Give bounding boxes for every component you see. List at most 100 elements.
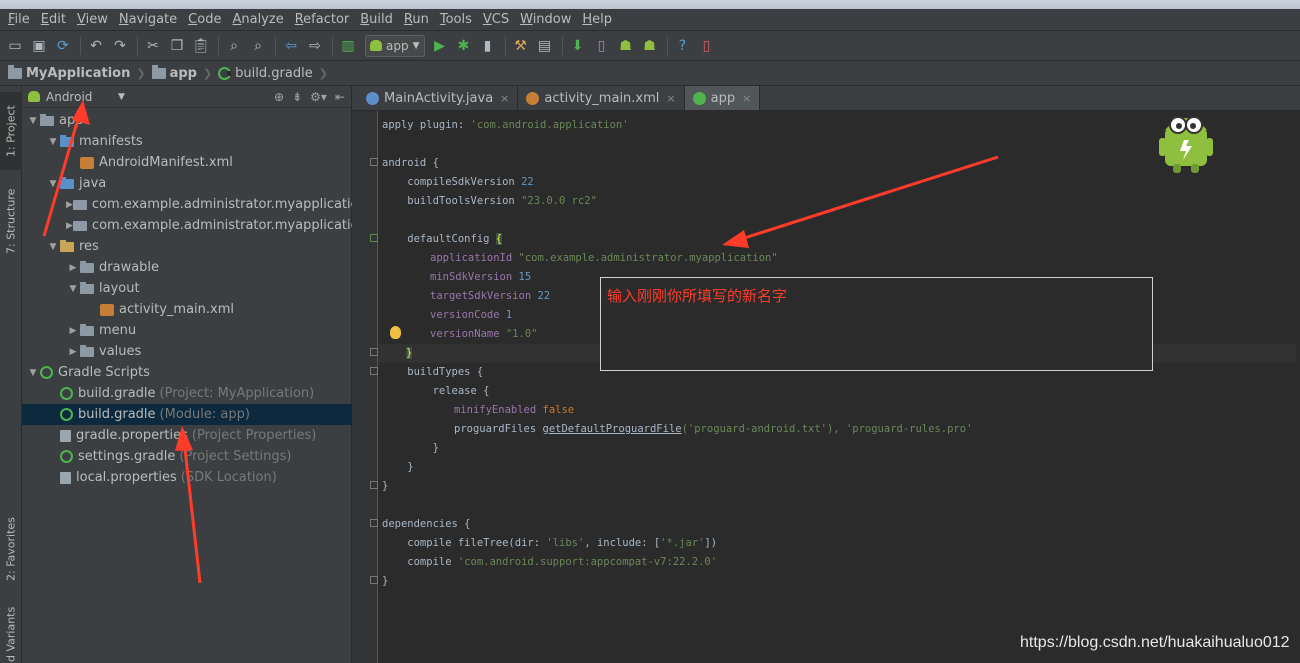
expand-arrow-icon[interactable]: ▼ (66, 284, 80, 294)
collapse-arrow-icon[interactable]: ▶ (66, 263, 80, 273)
breadcrumb-file[interactable]: build.gradle ❯ (218, 66, 328, 81)
tree-item[interactable]: activity_main.xml (22, 299, 352, 320)
tree-item[interactable]: settings.gradle (Project Settings) (22, 446, 352, 467)
tree-item[interactable]: ▼ layout (22, 278, 352, 299)
fold-marker[interactable] (370, 481, 378, 489)
tree-item[interactable]: ▶ drawable (22, 257, 352, 278)
tree-item[interactable]: local.properties (SDK Location) (22, 467, 352, 488)
fold-marker[interactable] (370, 519, 378, 527)
folder-icon (151, 64, 166, 79)
properties-file-icon (60, 471, 71, 484)
android-sdk-icon[interactable]: ☗ (639, 35, 661, 57)
help-icon[interactable]: ? (672, 35, 694, 57)
android-device-icon[interactable]: ☗ (615, 35, 637, 57)
tree-item[interactable]: ▼ app (22, 110, 352, 131)
menu-edit[interactable]: Edit (37, 9, 70, 31)
attach-icon[interactable]: ▮ (477, 35, 499, 57)
run-icon[interactable]: ▶ (429, 35, 451, 57)
fold-marker[interactable] (370, 158, 378, 166)
cut-icon[interactable]: ✂ (142, 35, 164, 57)
tree-item[interactable]: ▼ manifests (22, 131, 352, 152)
copy-icon[interactable]: ❐ (166, 35, 188, 57)
collapse-arrow-icon[interactable]: ▶ (66, 347, 80, 357)
menu-build[interactable]: Build (356, 9, 397, 31)
tree-item[interactable]: ▼ java (22, 173, 352, 194)
debug-icon[interactable]: ✱ (453, 35, 475, 57)
tree-item[interactable]: ▶ values (22, 341, 352, 362)
menu-help[interactable]: Help (578, 9, 616, 31)
tree-item[interactable]: ▶ com.example.administrator.myapplication… (22, 194, 352, 215)
close-icon[interactable]: × (666, 92, 675, 105)
hide-panel-icon[interactable]: ⇤ (335, 90, 345, 104)
expand-arrow-icon[interactable]: ▼ (46, 179, 60, 189)
code-line: buildToolsVersion "23.0.0 rc2" (382, 195, 597, 207)
menu-analyze[interactable]: Analyze (228, 9, 287, 31)
tree-item[interactable]: gradle.properties (Project Properties) (22, 425, 352, 446)
sync-icon[interactable]: ⟳ (52, 35, 74, 57)
toolbar-separator (137, 36, 138, 55)
device-icon[interactable]: ▯ (696, 35, 718, 57)
expand-arrow-icon[interactable]: ▼ (26, 368, 40, 378)
menu-view[interactable]: View (73, 9, 112, 31)
menu-refactor[interactable]: Refactor (291, 9, 354, 31)
back-icon[interactable]: ⇦ (280, 35, 302, 57)
breadcrumb-module[interactable]: app ❯ (151, 64, 212, 81)
close-icon[interactable]: × (500, 92, 509, 105)
expand-arrow-icon[interactable]: ▼ (46, 137, 60, 147)
fold-marker[interactable] (370, 234, 378, 242)
breadcrumb-project[interactable]: MyApplication ❯ (8, 64, 146, 81)
menu-navigate[interactable]: Navigate (115, 9, 181, 31)
collapse-arrow-icon[interactable]: ▶ (66, 221, 73, 231)
tree-item[interactable]: build.gradle (Project: MyApplication) (22, 383, 352, 404)
project-view-selector[interactable]: Android ▼ ⊕ ⇟ ⚙▾ ⇤ (22, 86, 351, 108)
avd-icon[interactable]: ▯ (591, 35, 613, 57)
menu-file[interactable]: File (4, 9, 34, 31)
tab-project[interactable]: 1: Project (0, 92, 22, 170)
tree-item[interactable]: build.gradle (Module: app) (22, 404, 352, 425)
tab-build-variants[interactable]: d Variants (0, 606, 22, 662)
tab-favorites[interactable]: 2: Favorites (0, 506, 22, 592)
project-structure-icon[interactable]: ⚒ (510, 35, 532, 57)
paste-icon[interactable]: 📋︎ (190, 35, 212, 57)
fold-marker[interactable] (370, 367, 378, 375)
tree-item[interactable]: AndroidManifest.xml (22, 152, 352, 173)
tree-item-label: com.example.administrator.myapplication_ (91, 218, 352, 233)
forward-icon[interactable]: ⇨ (304, 35, 326, 57)
open-icon[interactable]: ▭ (4, 35, 26, 57)
tree-item[interactable]: ▶ menu (22, 320, 352, 341)
tab-structure[interactable]: 7: Structure (0, 178, 22, 264)
collapse-arrow-icon[interactable]: ▶ (66, 200, 73, 210)
code-editor[interactable]: apply plugin: 'com.android.application' … (352, 111, 1300, 663)
fold-marker[interactable] (370, 576, 378, 584)
menu-vcs[interactable]: VCS (479, 9, 513, 31)
editor-tab[interactable]: MainActivity.java × (358, 86, 519, 110)
editor-tab[interactable]: activity_main.xml × (518, 86, 685, 110)
gear-icon[interactable]: ⚙▾ (310, 90, 327, 104)
close-icon[interactable]: × (742, 92, 751, 105)
menu-code[interactable]: Code (184, 9, 225, 31)
undo-icon[interactable]: ↶ (85, 35, 107, 57)
expand-arrow-icon[interactable]: ▼ (26, 116, 40, 126)
make-icon[interactable]: ▥ (337, 35, 359, 57)
menu-tools[interactable]: Tools (436, 9, 476, 31)
tree-item[interactable]: ▼ Gradle Scripts (22, 362, 352, 383)
collapse-arrow-icon[interactable]: ▶ (66, 326, 80, 336)
monitor-icon[interactable]: ⬇ (567, 35, 589, 57)
expand-arrow-icon[interactable]: ▼ (46, 242, 60, 252)
sdk-icon[interactable]: ▤ (534, 35, 556, 57)
tree-item[interactable]: ▶ com.example.administrator.myapplication… (22, 215, 352, 236)
collapse-all-icon[interactable]: ⇟ (292, 90, 302, 104)
save-icon[interactable]: ▣ (28, 35, 50, 57)
lightbulb-icon[interactable] (390, 326, 401, 339)
find-icon[interactable]: ⌕ (223, 35, 245, 57)
tree-item[interactable]: ▼ res (22, 236, 352, 257)
menu-run[interactable]: Run (400, 9, 433, 31)
redo-icon[interactable]: ↷ (109, 35, 131, 57)
menu-window[interactable]: Window (516, 9, 575, 31)
run-config-dropdown[interactable]: app ▼ (365, 34, 425, 57)
editor-tab[interactable]: app × (684, 86, 761, 110)
android-mascot-icon (1159, 116, 1213, 173)
fold-marker[interactable] (370, 348, 378, 356)
scroll-from-source-icon[interactable]: ⊕ (274, 90, 284, 104)
replace-icon[interactable]: ⌕ (247, 35, 269, 57)
